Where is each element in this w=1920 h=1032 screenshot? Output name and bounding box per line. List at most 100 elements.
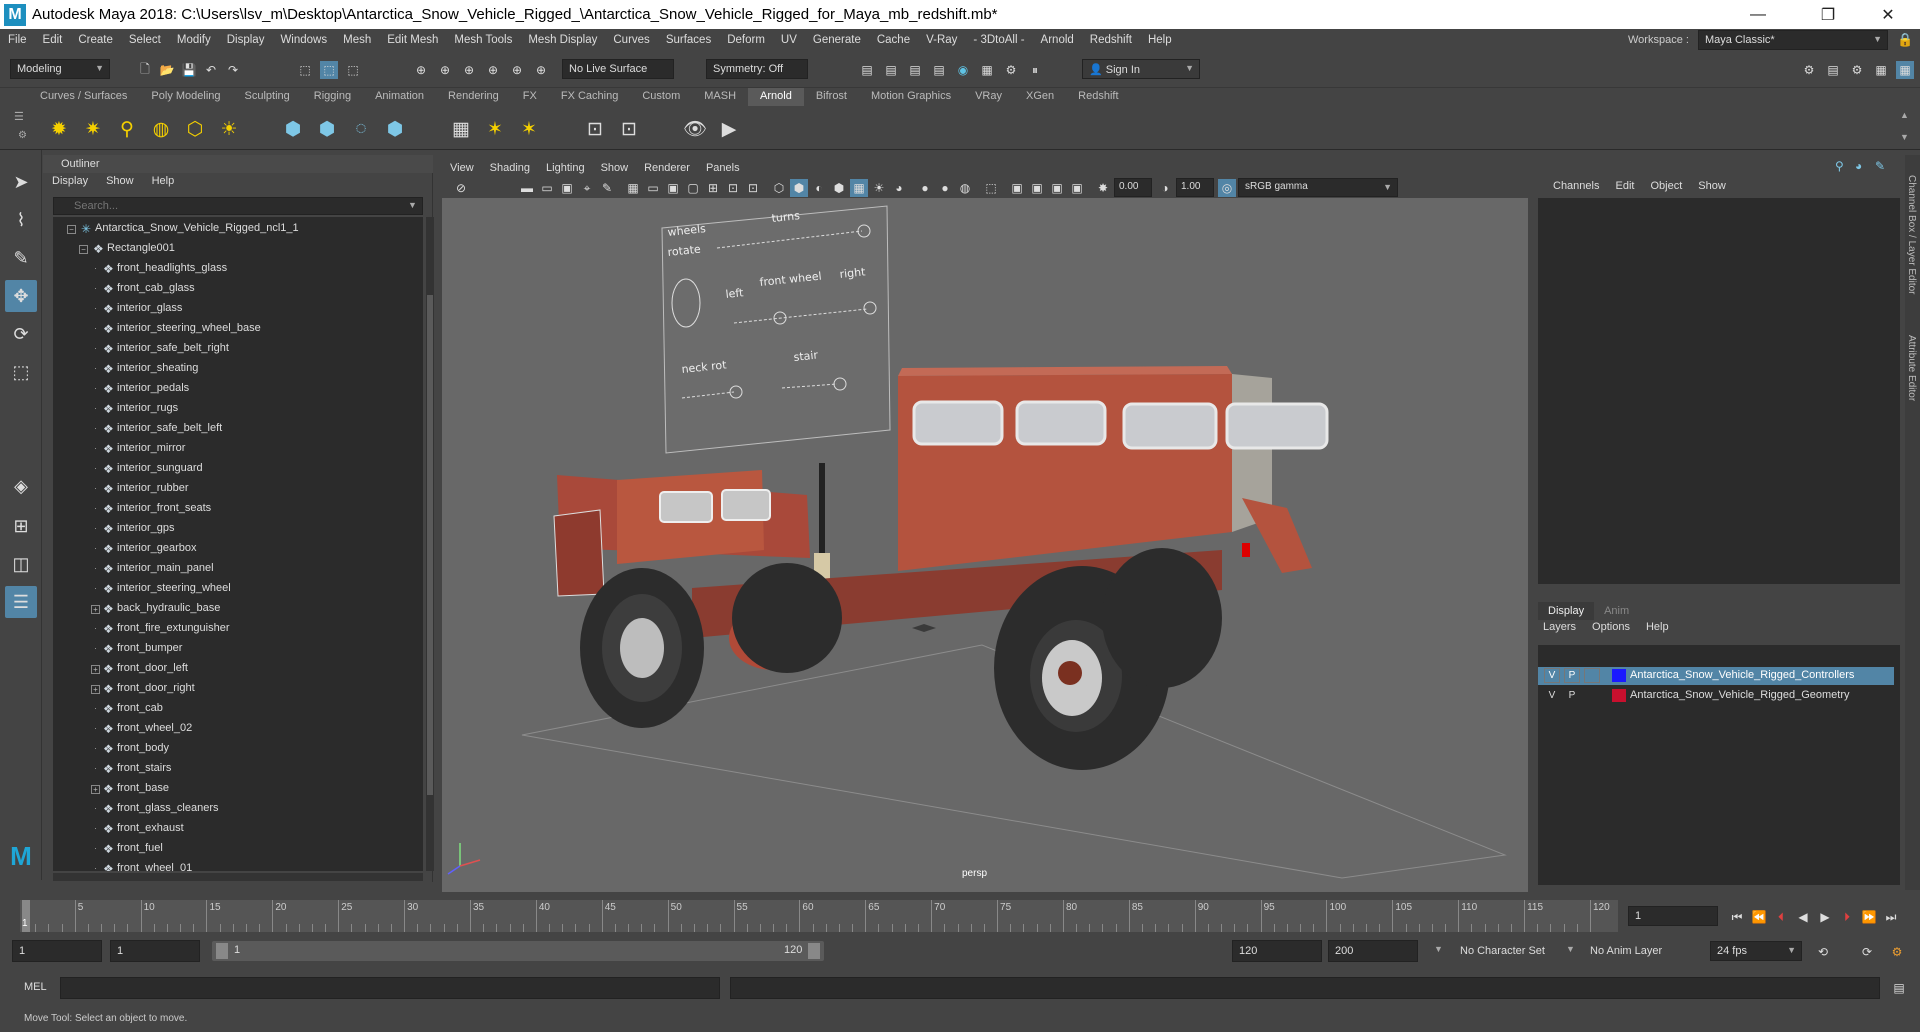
menu-3dtoall[interactable]: - 3DtoAll - — [965, 34, 1032, 46]
bookmark-icon[interactable]: ▭ — [538, 179, 556, 197]
isolate-select-icon[interactable]: ⬚ — [982, 179, 1000, 197]
tab-poly-modeling[interactable]: Poly Modeling — [139, 88, 232, 106]
symmetry-dropdown[interactable]: Symmetry: Off — [706, 59, 808, 79]
two-view-icon[interactable]: ◫ — [5, 548, 37, 580]
tree-item[interactable]: · ❖ front_fuel — [53, 839, 413, 859]
layer-row-geometry[interactable]: V P Antarctica_Snow_Vehicle_Rigged_Geome… — [1538, 687, 1894, 705]
tree-item[interactable]: · ❖ interior_pedals — [53, 379, 413, 399]
light-editor-icon[interactable]: ⊡ — [582, 116, 608, 142]
smooth-shade-icon[interactable]: ⬢ — [790, 179, 808, 197]
snap-grid-icon[interactable]: ⊕ — [412, 61, 430, 79]
layer-visibility-toggle[interactable]: V — [1544, 668, 1560, 683]
camera-attributes-icon[interactable]: ▬ — [518, 179, 536, 197]
tree-item[interactable]: · ❖ interior_sheating — [53, 359, 413, 379]
gamma-icon[interactable]: ◑ — [1156, 179, 1174, 197]
layer-visibility-toggle[interactable]: V — [1544, 688, 1560, 703]
tree-item[interactable]: · ❖ interior_glass — [53, 299, 413, 319]
menu-mesh-tools[interactable]: Mesh Tools — [446, 34, 520, 46]
go-to-start-icon[interactable]: ⏮ — [1728, 908, 1746, 926]
shadows-icon[interactable]: ◕ — [890, 179, 908, 197]
tree-item[interactable]: · ❖ interior_main_panel — [53, 559, 413, 579]
layer-playback-toggle[interactable]: P — [1564, 688, 1580, 703]
safe-action-icon[interactable]: ⊡ — [724, 179, 742, 197]
scale-tool-icon[interactable]: ⬚ — [5, 356, 37, 388]
menu-cache[interactable]: Cache — [869, 34, 918, 46]
wireframe-on-shaded-icon[interactable]: ⬢ — [830, 179, 848, 197]
tree-item[interactable]: · ❖ interior_steering_wheel_base — [53, 319, 413, 339]
anim-layer-dropdown[interactable]: No Anim Layer — [1590, 945, 1662, 957]
sign-in-button[interactable]: 👤 Sign In ▼ — [1082, 59, 1200, 79]
snap-curve-icon[interactable]: ⊕ — [436, 61, 454, 79]
start-time-field[interactable]: 1 — [12, 940, 102, 962]
live-surface-field[interactable]: No Live Surface — [562, 59, 674, 79]
flush-textures-icon[interactable]: ✶ — [516, 116, 542, 142]
menu-mesh-display[interactable]: Mesh Display — [520, 34, 605, 46]
xray-icon[interactable]: ● — [916, 179, 934, 197]
layer-row-controllers[interactable]: V P Antarctica_Snow_Vehicle_Rigged_Contr… — [1538, 667, 1894, 685]
script-editor-icon[interactable]: ▤ — [1890, 979, 1908, 997]
tree-item[interactable]: · ❖ interior_safe_belt_right — [53, 339, 413, 359]
vp-menu-lighting[interactable]: Lighting — [538, 162, 593, 174]
tree-item[interactable]: + ❖ front_door_left — [53, 659, 413, 679]
shelf-scroll-down-icon[interactable]: ▼ — [1900, 132, 1909, 142]
export-standin-icon[interactable]: ⬢ — [314, 116, 340, 142]
area-light-icon[interactable]: ✹ — [46, 116, 72, 142]
minimize-button[interactable]: — — [1735, 0, 1781, 29]
collapse-icon[interactable]: − — [67, 225, 76, 234]
shader-manager-icon[interactable]: ⊡ — [616, 116, 642, 142]
tx-manager-icon[interactable]: ▦ — [448, 116, 474, 142]
close-button[interactable]: ✕ — [1865, 0, 1911, 29]
play-render-icon[interactable]: ▶ — [716, 116, 742, 142]
exposure-field[interactable]: 0.00 — [1114, 178, 1152, 197]
render-settings-icon[interactable]: ▤ — [930, 61, 948, 79]
layer-menu-layers[interactable]: Layers — [1535, 621, 1584, 633]
time-slider[interactable]: 5 10 15 20 25 30 35 40 45 50 55 60 65 70 75 80 85 90 95 100… — [0, 896, 1920, 936]
tree-item[interactable]: · ❖ front_body — [53, 739, 413, 759]
vp-menu-renderer[interactable]: Renderer — [636, 162, 698, 174]
tab-rigging[interactable]: Rigging — [302, 88, 363, 106]
film-gate-icon[interactable]: ▭ — [644, 179, 662, 197]
select-component-icon[interactable]: ⬚ — [344, 61, 362, 79]
tree-item[interactable]: · ❖ front_bumper — [53, 639, 413, 659]
color-management-icon[interactable]: ◎ — [1218, 179, 1236, 197]
mel-label[interactable]: MEL — [24, 981, 47, 993]
snap-live-icon[interactable]: ⊕ — [532, 61, 550, 79]
grid-icon[interactable]: ▦ — [624, 179, 642, 197]
tab-redshift[interactable]: Redshift — [1066, 88, 1130, 106]
menu-generate[interactable]: Generate — [805, 34, 869, 46]
outliner-menu-help[interactable]: Help — [143, 175, 184, 187]
render-view-eye-icon[interactable]: 👁 — [682, 116, 708, 142]
redo-icon[interactable]: ↷ — [224, 61, 242, 79]
menu-display[interactable]: Display — [219, 34, 273, 46]
tree-group[interactable]: − ❖ Rectangle001 — [53, 239, 413, 259]
2d-pan-zoom-icon[interactable]: ⌖ — [578, 179, 596, 197]
attribute-editor-icon[interactable]: ▤ — [1824, 61, 1842, 79]
channel-menu-channels[interactable]: Channels — [1545, 180, 1607, 192]
fps-dropdown[interactable]: 24 fps ▼ — [1710, 941, 1802, 961]
move-tool-icon[interactable]: ✥ — [5, 280, 37, 312]
snap-view-icon[interactable]: ⊕ — [484, 61, 502, 79]
current-frame-field[interactable]: 1 — [1628, 906, 1718, 926]
four-view-icon[interactable]: ⊞ — [5, 510, 37, 542]
tree-item[interactable]: · ❖ interior_gps — [53, 519, 413, 539]
tree-item[interactable]: · ❖ front_exhaust — [53, 819, 413, 839]
render-view-icon[interactable]: ▦ — [978, 61, 996, 79]
tab-bifrost[interactable]: Bifrost — [804, 88, 859, 106]
mesh-light-icon[interactable]: ✷ — [80, 116, 106, 142]
rotate-tool-icon[interactable]: ⟳ — [5, 318, 37, 350]
menu-surfaces[interactable]: Surfaces — [658, 34, 719, 46]
tree-item[interactable]: · ❖ front_glass_cleaners — [53, 799, 413, 819]
layer-menu-help[interactable]: Help — [1638, 621, 1677, 633]
ipr-render-icon[interactable]: ▤ — [906, 61, 924, 79]
layer-display-type-toggle[interactable] — [1584, 668, 1600, 683]
tab-display[interactable]: Display — [1538, 602, 1595, 620]
anti-aliasing-icon[interactable]: ▣ — [1048, 179, 1066, 197]
gate-mask-icon[interactable]: ▢ — [684, 179, 702, 197]
tab-anim[interactable]: Anim — [1594, 602, 1639, 620]
layer-playback-toggle[interactable]: P — [1564, 668, 1580, 683]
outliner-scroll-thumb[interactable] — [427, 295, 433, 795]
expand-icon[interactable]: + — [91, 605, 100, 614]
tree-item[interactable]: · ❖ interior_rubber — [53, 479, 413, 499]
tree-item[interactable]: + ❖ front_base — [53, 779, 413, 799]
tree-item[interactable]: · ❖ front_headlights_glass — [53, 259, 413, 279]
